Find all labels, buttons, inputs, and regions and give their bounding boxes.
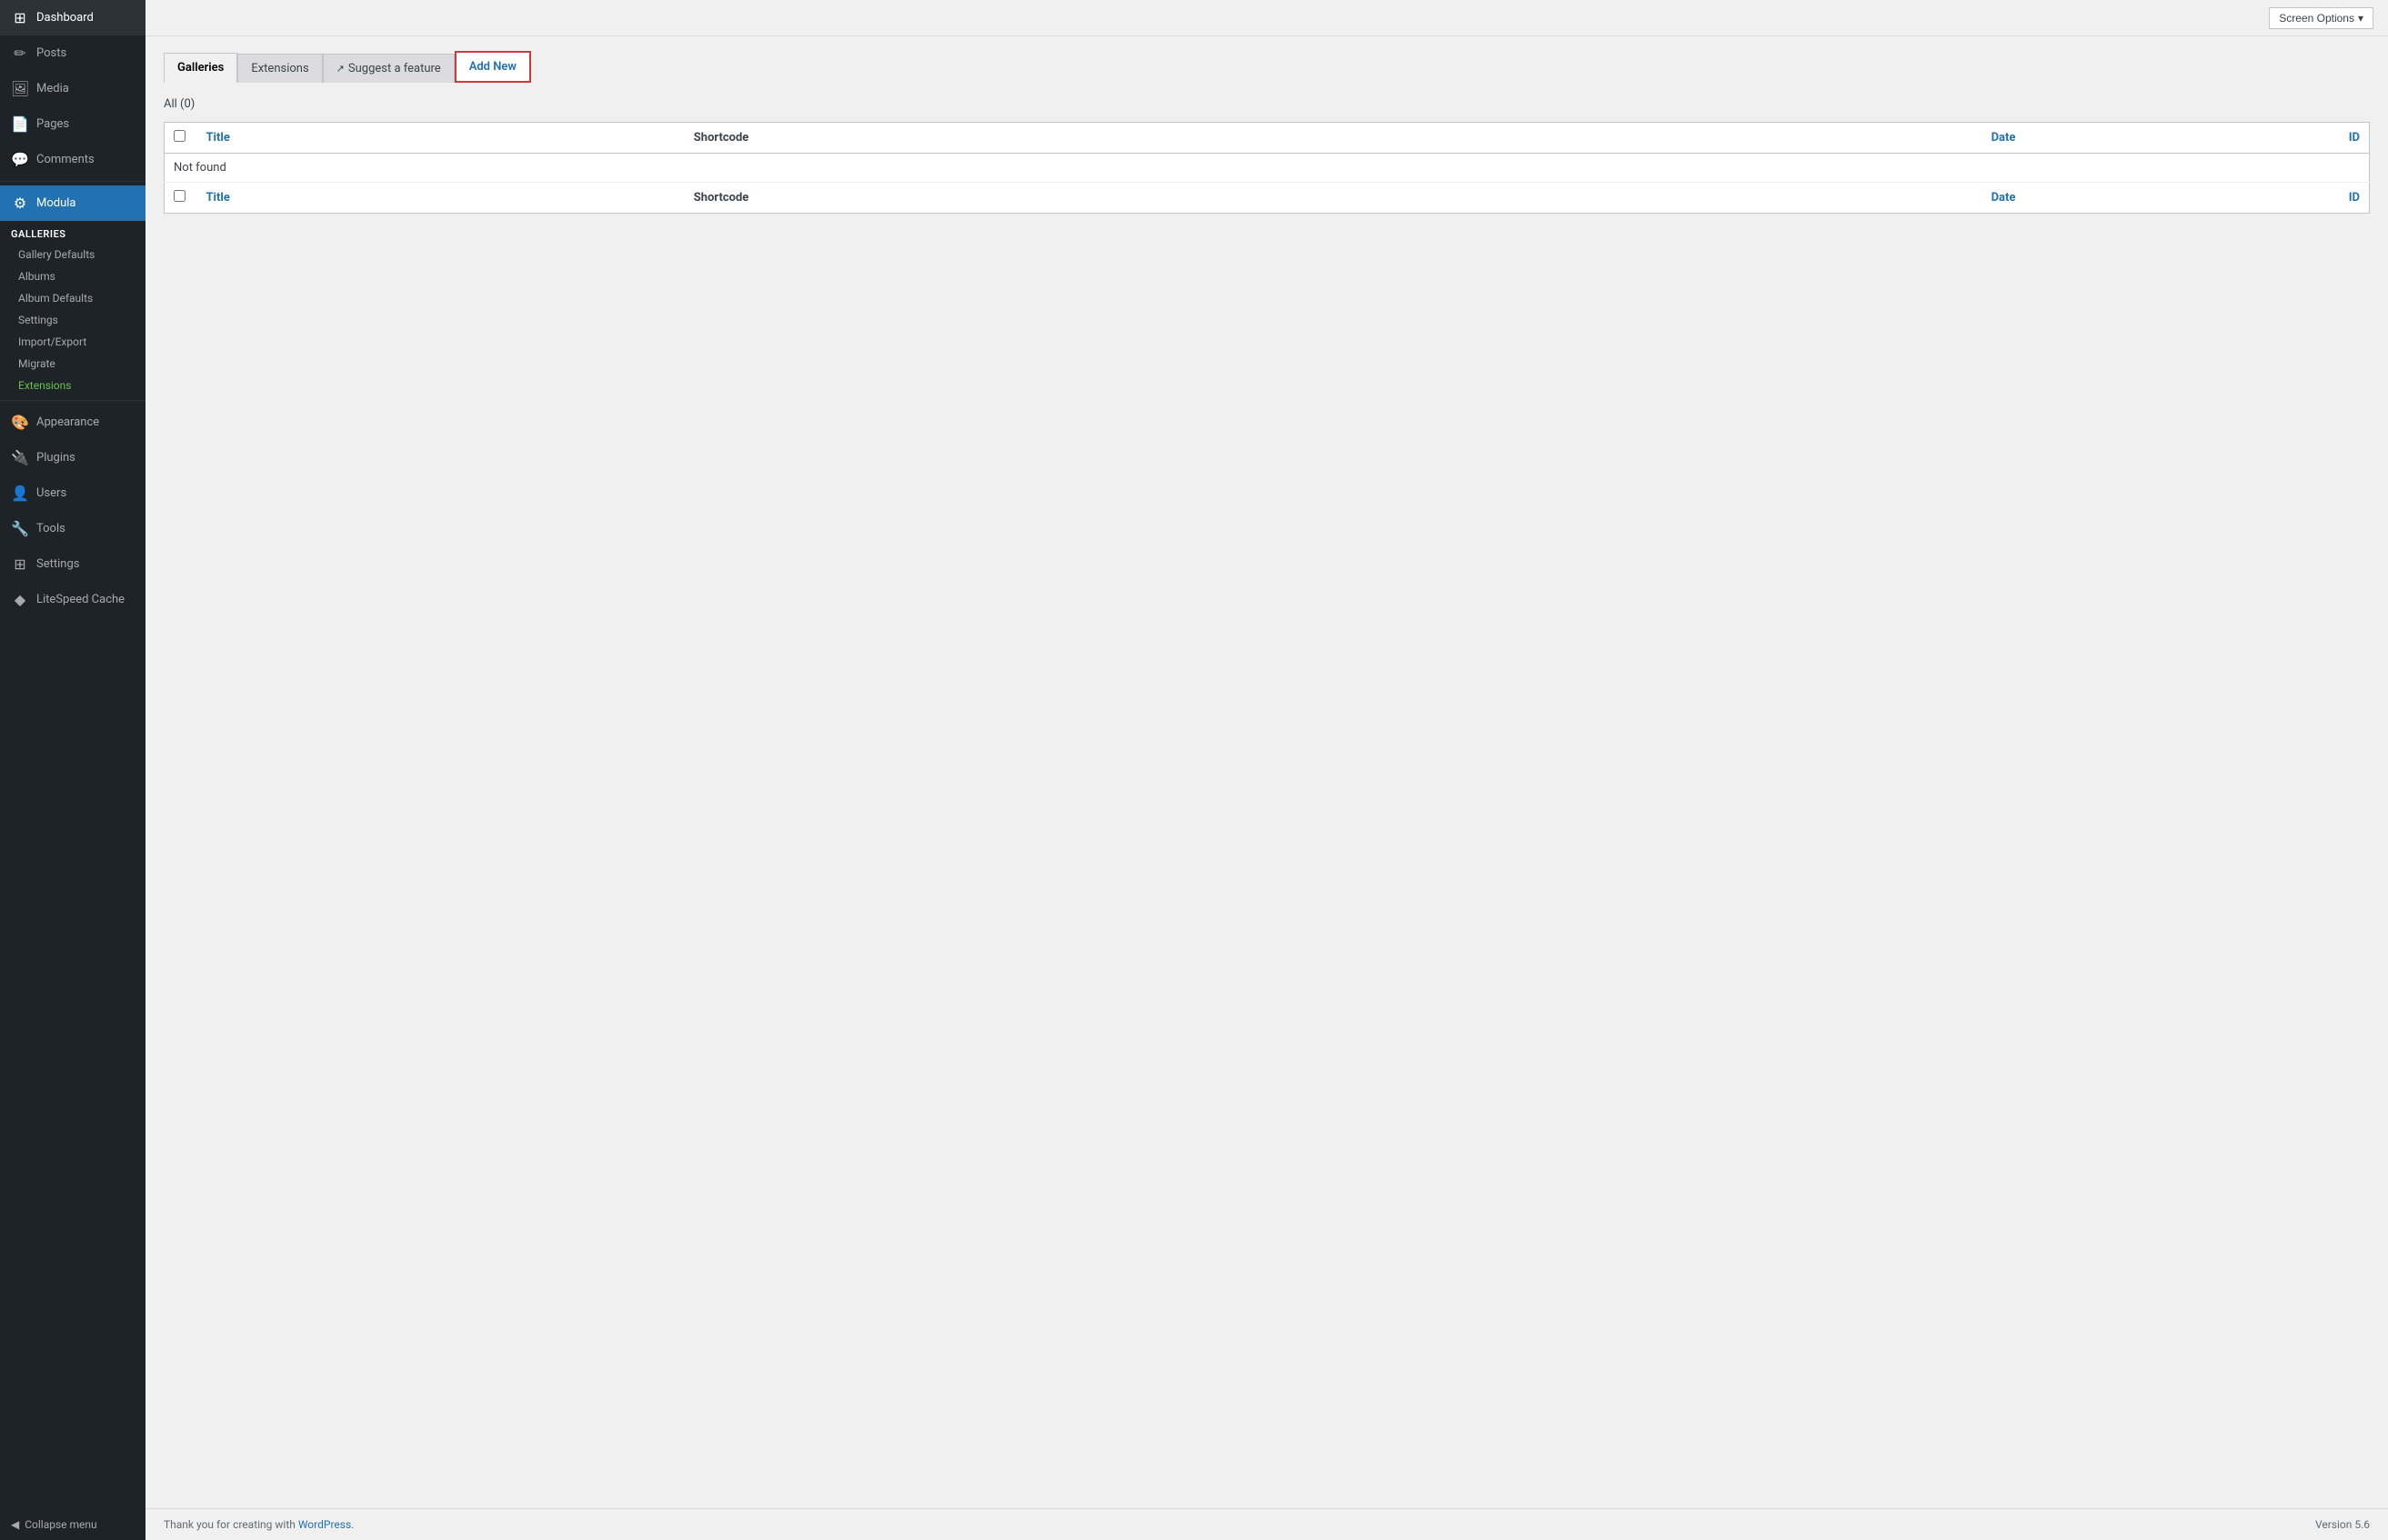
table-footer-id[interactable]: ID — [2024, 183, 2369, 214]
pages-icon: 📄 — [11, 115, 29, 133]
table-header-id[interactable]: ID — [2024, 123, 2369, 154]
tab-add-new[interactable]: Add New — [455, 51, 531, 83]
tab-suggest-feature[interactable]: ↗ Suggest a feature — [323, 54, 455, 83]
sidebar-item-dashboard[interactable]: ⊞ Dashboard — [0, 0, 145, 35]
sidebar-sub-gallery-defaults[interactable]: Gallery Defaults — [0, 244, 145, 265]
sidebar-divider-1 — [0, 181, 145, 182]
sidebar-sub-albums[interactable]: Albums — [0, 265, 145, 287]
appearance-icon: 🎨 — [11, 414, 29, 431]
sidebar-sub-settings[interactable]: Settings — [0, 309, 145, 331]
tabs-bar: Galleries Extensions ↗ Suggest a feature… — [164, 51, 2370, 83]
galleries-table: Title Shortcode Date ID Not found — [164, 122, 2370, 214]
page-footer: Thank you for creating with WordPress. V… — [145, 1508, 2388, 1540]
plugins-icon: 🔌 — [11, 449, 29, 466]
sidebar-sub-import-export[interactable]: Import/Export — [0, 331, 145, 353]
litespeed-icon: ◆ — [11, 591, 29, 608]
table-row-not-found: Not found — [165, 154, 2370, 183]
filter-count: (0) — [180, 97, 195, 111]
sidebar-item-settings[interactable]: ⊞ Settings — [0, 546, 145, 582]
table-header-shortcode: Shortcode — [685, 123, 1532, 154]
select-all-footer-checkbox[interactable] — [174, 190, 186, 202]
table-header-checkbox[interactable] — [165, 123, 197, 154]
sidebar: ⊞ Dashboard ✏ Posts 🖼 Media 📄 Pages 💬 Co… — [0, 0, 145, 1540]
footer-version: Version 5.6 — [2315, 1518, 2370, 1531]
tab-extensions[interactable]: Extensions — [237, 54, 322, 83]
sidebar-item-comments[interactable]: 💬 Comments — [0, 142, 145, 177]
sidebar-sub-extensions[interactable]: Extensions — [0, 375, 145, 396]
page-content: Galleries Extensions ↗ Suggest a feature… — [145, 36, 2388, 1508]
dashboard-icon: ⊞ — [11, 9, 29, 26]
collapse-menu-button[interactable]: ◀ Collapse menu — [0, 1509, 145, 1540]
sidebar-item-plugins[interactable]: 🔌 Plugins — [0, 440, 145, 475]
collapse-arrow-icon: ◀ — [11, 1518, 19, 1531]
posts-icon: ✏ — [11, 45, 29, 62]
wordpress-link[interactable]: WordPress — [298, 1518, 351, 1531]
tools-icon: 🔧 — [11, 520, 29, 537]
screen-options-button[interactable]: Screen Options ▾ — [2269, 7, 2373, 29]
screen-options-arrow-icon: ▾ — [2358, 12, 2363, 25]
main-content: Screen Options ▾ Galleries Extensions ↗ … — [145, 0, 2388, 1540]
filter-all-label: All — [164, 97, 177, 111]
external-link-icon: ↗ — [336, 63, 345, 75]
table-footer-date[interactable]: Date — [1532, 183, 2025, 214]
sidebar-item-modula[interactable]: ⚙ Modula — [0, 185, 145, 221]
settings-icon: ⊞ — [11, 555, 29, 573]
sidebar-sub-migrate[interactable]: Migrate — [0, 353, 145, 375]
topbar: Screen Options ▾ — [145, 0, 2388, 36]
table-header-date[interactable]: Date — [1532, 123, 2025, 154]
not-found-message: Not found — [165, 154, 2370, 183]
sidebar-sub-album-defaults[interactable]: Album Defaults — [0, 287, 145, 309]
comments-icon: 💬 — [11, 151, 29, 168]
table-footer-shortcode: Shortcode — [685, 183, 1532, 214]
modula-icon: ⚙ — [11, 195, 29, 212]
sidebar-item-litespeed[interactable]: ◆ LiteSpeed Cache — [0, 582, 145, 617]
galleries-section-title: Galleries — [0, 221, 145, 244]
table-footer-title[interactable]: Title — [197, 183, 685, 214]
footer-credit: Thank you for creating with WordPress. — [164, 1518, 354, 1531]
select-all-checkbox[interactable] — [174, 130, 186, 142]
users-icon: 👤 — [11, 485, 29, 502]
sidebar-divider-2 — [0, 400, 145, 401]
tab-galleries[interactable]: Galleries — [164, 53, 237, 83]
sidebar-item-media[interactable]: 🖼 Media — [0, 71, 145, 106]
media-icon: 🖼 — [11, 80, 29, 97]
sidebar-item-users[interactable]: 👤 Users — [0, 475, 145, 511]
sidebar-item-pages[interactable]: 📄 Pages — [0, 106, 145, 142]
table-header-title[interactable]: Title — [197, 123, 685, 154]
table-footer-checkbox[interactable] — [165, 183, 197, 214]
filter-bar: All (0) — [164, 97, 2370, 111]
sidebar-item-appearance[interactable]: 🎨 Appearance — [0, 405, 145, 440]
sidebar-item-posts[interactable]: ✏ Posts — [0, 35, 145, 71]
sidebar-item-tools[interactable]: 🔧 Tools — [0, 511, 145, 546]
